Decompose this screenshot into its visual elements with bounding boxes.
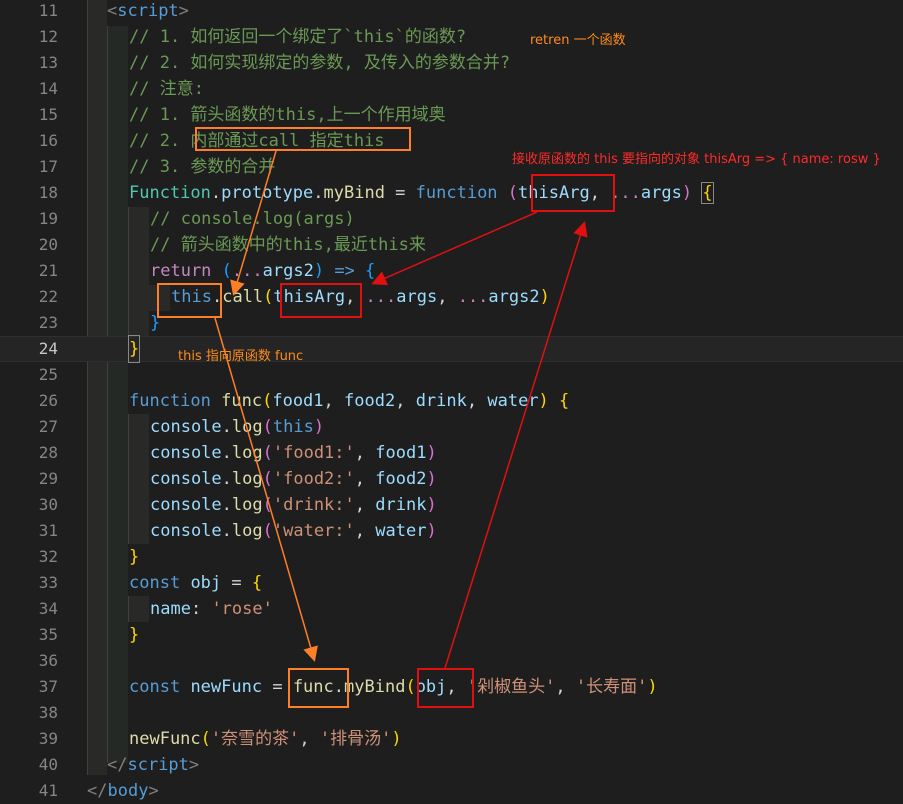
arrow-obj-to-param [444,221,588,669]
annotation-return-function: retren 一个函数 [530,33,626,48]
arrow-param-to-arg [371,211,538,286]
arrow-comment-to-this [230,150,277,296]
annotation-thisArg: 接收原函数的 this 要指向的对象 thisArg => { name: ro… [512,152,881,167]
arrow-this-to-func [214,317,318,662]
annotation-this-points-func: this 指向原函数 func [178,349,304,364]
code-editor[interactable]: 11 <script> 12 // 1. 如何返回一个绑定了`this`的函数?… [0,0,903,801]
annotation-arrows [214,150,588,669]
